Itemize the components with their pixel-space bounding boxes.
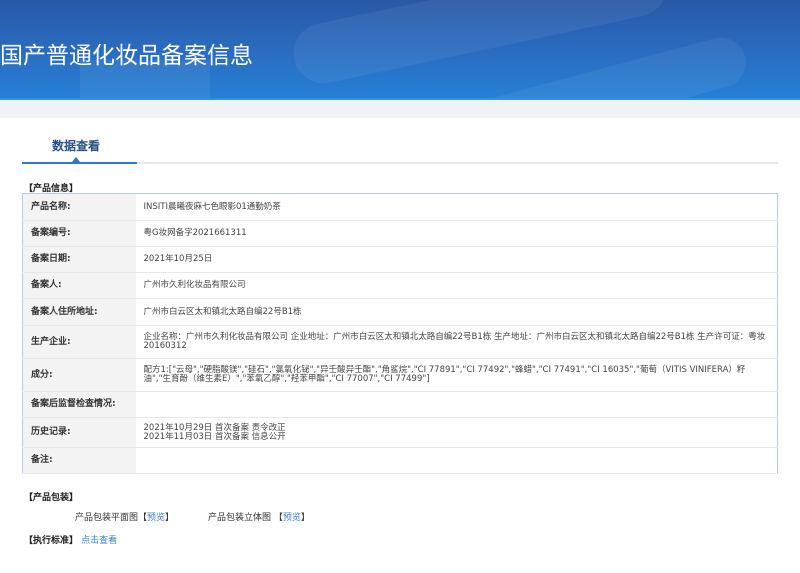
- row-label: 备案日期:: [22, 246, 136, 273]
- row-label: 历史记录:: [22, 417, 136, 448]
- table-row: 备案后监督检查情况:: [22, 391, 778, 418]
- row-value: 2021年10月29日 首次备案 责令改正 2021年11月03日 首次备案 信息…: [135, 417, 778, 448]
- row-value: 广州市久利化妆品有限公司: [135, 272, 778, 299]
- row-value: 企业名称：广州市久利化妆品有限公司 企业地址：广州市白云区太和镇北太路自编22号…: [135, 325, 778, 359]
- table-row: 历史记录: 2021年10月29日 首次备案 责令改正 2021年11月03日 首次…: [22, 417, 778, 448]
- row-value: [135, 447, 778, 474]
- row-label: 生产企业:: [22, 325, 136, 359]
- table-row: 备案日期: 2021年10月25日: [22, 246, 778, 273]
- row-label: 产品名称:: [22, 193, 136, 221]
- flat-preview-link[interactable]: 预览: [147, 513, 165, 523]
- row-value: 广州市白云区太和镇北太路自编22号B1栋: [135, 298, 778, 326]
- row-value: INSITI晨曦夜麻七色眼影01通勤奶茶: [135, 193, 778, 221]
- solid-preview-link[interactable]: 预览: [283, 513, 301, 523]
- content-panel: 数据查看 【产品信息】 产品名称: INSITI晨曦夜麻七色眼影01通勤奶茶 备案…: [0, 118, 800, 573]
- product-info-table: 产品名称: INSITI晨曦夜麻七色眼影01通勤奶茶 备案编号: 粤G妆网备字202…: [22, 193, 778, 474]
- table-row: 备案人: 广州市久利化妆品有限公司: [22, 272, 778, 299]
- row-label: 备案人住所地址:: [22, 298, 136, 326]
- row-value: 粤G妆网备字2021661311: [135, 220, 778, 247]
- row-label: 备案后监督检查情况:: [22, 391, 136, 418]
- table-row: 成分: 配方1:["云母","硬脂酸镁","硅石","氯氧化铋","异壬酸异壬酯"…: [22, 358, 778, 392]
- page-title: 国产普通化妆品备案信息: [0, 43, 253, 69]
- page-header: 国产普通化妆品备案信息: [0, 0, 800, 100]
- table-row: 备注:: [22, 447, 778, 474]
- view-standard-link[interactable]: 点击查看: [81, 536, 117, 546]
- row-label: 备注:: [22, 447, 136, 474]
- row-label: 成分:: [22, 358, 136, 392]
- row-value: 配方1:["云母","硬脂酸镁","硅石","氯氧化铋","异壬酸异壬酯","角…: [135, 358, 778, 392]
- table-row: 生产企业: 企业名称：广州市久利化妆品有限公司 企业地址：广州市白云区太和镇北太路…: [22, 325, 778, 359]
- packaging-heading: 【产品包装】: [24, 493, 79, 503]
- row-label: 备案编号:: [22, 220, 136, 247]
- row-value: [135, 391, 778, 418]
- row-value: 2021年10月25日: [135, 246, 778, 273]
- packaging-flat: 产品包装平面图【预览】: [75, 513, 175, 523]
- tab-data-view[interactable]: 数据查看: [52, 137, 100, 154]
- standard-heading: 【执行标准】 点击查看: [24, 536, 118, 546]
- packaging-solid: 产品包装立体图 【预览】: [208, 513, 310, 523]
- tab-underline: [22, 157, 778, 164]
- table-row: 备案人住所地址: 广州市白云区太和镇北太路自编22号B1栋: [22, 298, 778, 326]
- row-label: 备案人:: [22, 272, 136, 299]
- table-row: 产品名称: INSITI晨曦夜麻七色眼影01通勤奶茶: [22, 193, 778, 221]
- table-row: 备案编号: 粤G妆网备字2021661311: [22, 220, 778, 247]
